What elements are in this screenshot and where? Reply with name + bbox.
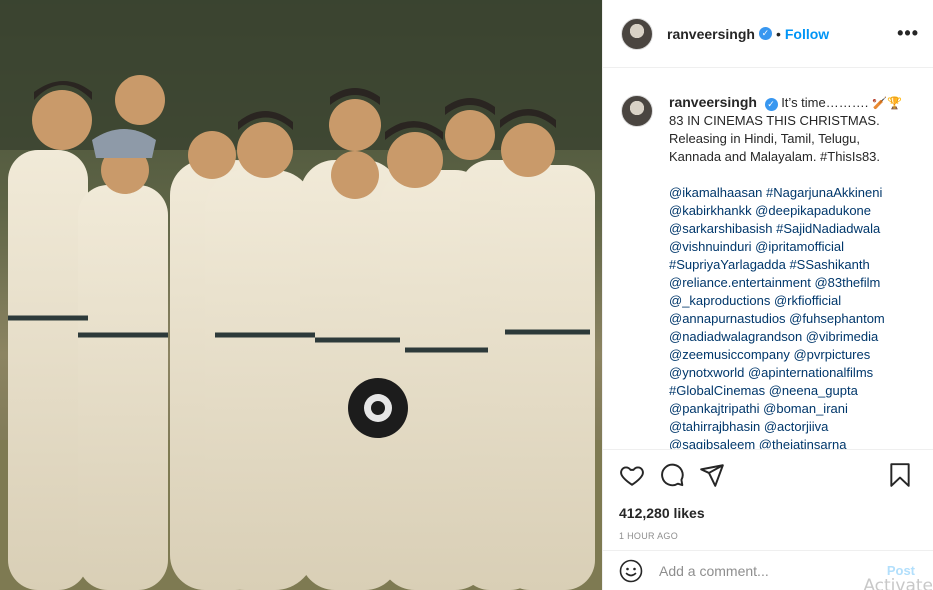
- heart-icon[interactable]: [619, 462, 645, 488]
- action-icons: [619, 462, 917, 488]
- bookmark-icon[interactable]: [887, 462, 913, 488]
- comment-input[interactable]: [659, 562, 859, 579]
- cricket-bat-emoji-icon: 🏏: [871, 96, 887, 110]
- avatar[interactable]: [621, 17, 653, 50]
- caption-avatar[interactable]: [621, 95, 653, 127]
- caption-body: ranveersingh ✓ It’s time………. 🏏🏆 83 IN CI…: [669, 93, 914, 449]
- follow-button[interactable]: Follow: [785, 26, 829, 42]
- activate-windows-watermark: Activate: [863, 576, 933, 590]
- smiley-icon[interactable]: [619, 559, 643, 583]
- more-options-icon[interactable]: •••: [897, 23, 919, 44]
- verified-badge-icon: ✓: [764, 98, 778, 111]
- caption-text: 83 IN CINEMAS THIS CHRISTMAS. Releasing …: [669, 113, 881, 164]
- post-side-panel: ranveersingh ✓ • Follow ••• ranveersingh…: [602, 0, 933, 590]
- trophy-emoji-icon: 🏆: [886, 96, 902, 110]
- post-header: ranveersingh ✓ • Follow •••: [603, 0, 933, 68]
- caption-text-line1: It’s time……….: [781, 95, 869, 110]
- caption-tags[interactable]: @ikamalhaasan #NagarjunaAkkineni @kabirk…: [669, 184, 914, 449]
- comment-icon[interactable]: [659, 462, 685, 488]
- caption-username-link[interactable]: ranveersingh: [669, 94, 757, 110]
- post-photo[interactable]: [0, 0, 602, 590]
- caption-row: ranveersingh ✓ It’s time………. 🏏🏆 83 IN CI…: [621, 93, 919, 449]
- username-link[interactable]: ranveersingh: [667, 26, 755, 42]
- separator-dot: •: [775, 25, 781, 42]
- post-timestamp[interactable]: 1 HOUR AGO: [619, 531, 917, 541]
- team-photo-illustration: [0, 0, 602, 590]
- likes-count[interactable]: 412,280 likes: [619, 505, 917, 521]
- comments-section[interactable]: ranveersingh ✓ It’s time………. 🏏🏆 83 IN CI…: [603, 69, 933, 449]
- paper-plane-icon[interactable]: [699, 462, 725, 488]
- verified-badge-icon: ✓: [758, 27, 772, 40]
- instagram-post: ranveersingh ✓ • Follow ••• ranveersingh…: [0, 0, 933, 590]
